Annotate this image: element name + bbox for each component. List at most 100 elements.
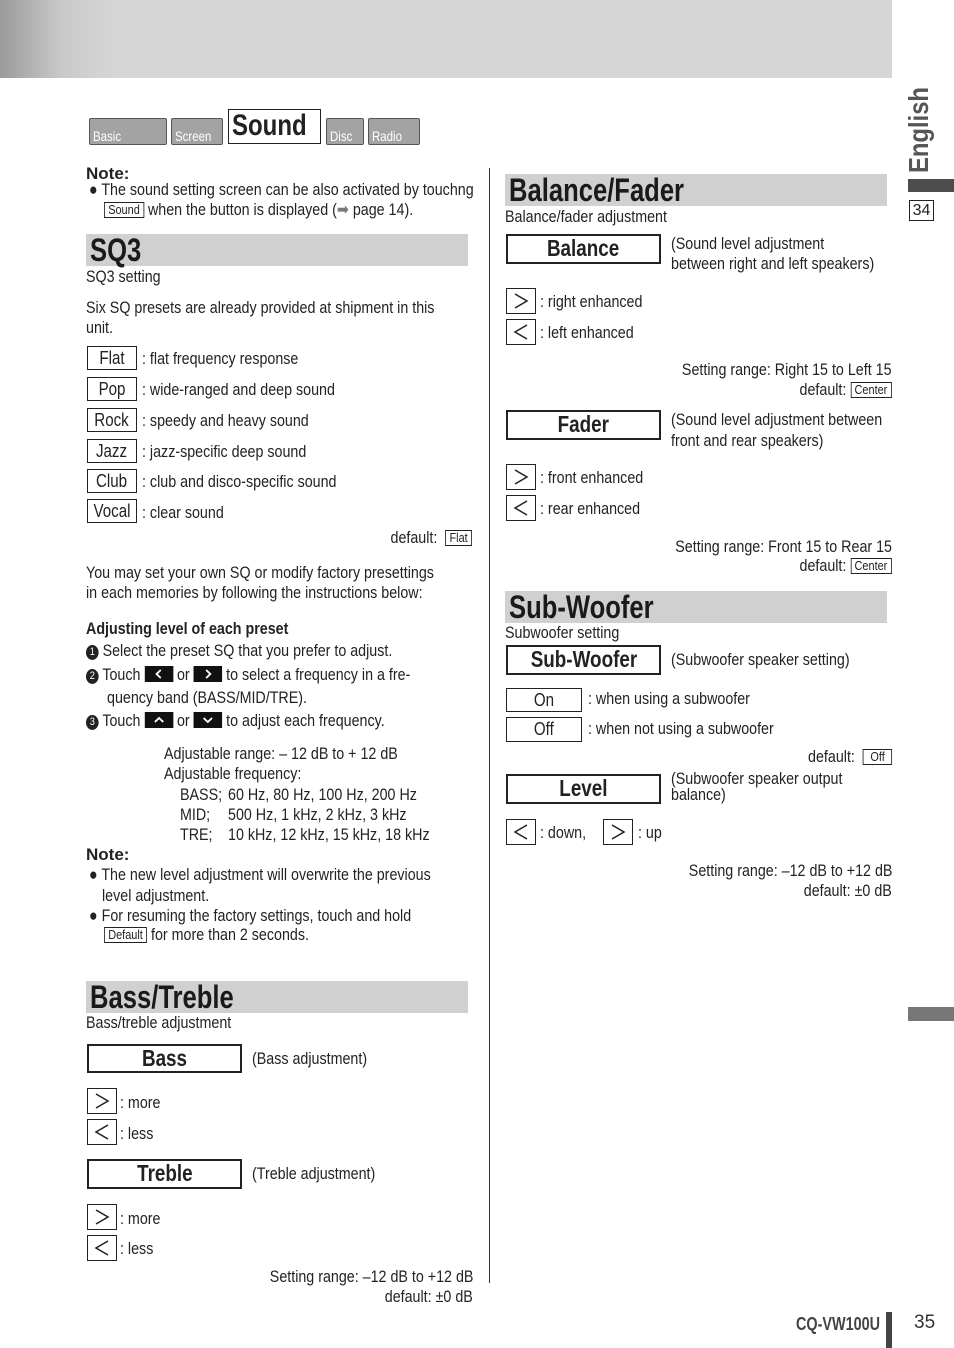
rear-label: : rear enhanced: [540, 499, 641, 518]
section-header-sq3: SQ3: [86, 233, 468, 267]
band-name: MID;: [180, 805, 211, 824]
adjust-title: Adjusting level of each preset: [86, 619, 289, 638]
balance-fader-subtitle: Balance/fader adjustment: [505, 207, 667, 226]
level-up-button[interactable]: [603, 819, 633, 845]
subwoofer-range: Setting range: –12 dB to +12 dB: [688, 861, 892, 880]
preset-desc: : speedy and heavy sound: [142, 411, 309, 430]
step-2-cont: quency band (BASS/MID/TRE).: [107, 688, 307, 707]
band-name: TRE;: [180, 825, 213, 844]
front-label: : front enhanced: [540, 468, 644, 487]
subwoofer-on-button[interactable]: On: [506, 688, 582, 712]
subwoofer-desc: (Subwoofer speaker setting): [671, 650, 850, 669]
front-enhance-button[interactable]: [506, 464, 536, 490]
preset-club-button[interactable]: Club: [87, 469, 137, 493]
preset-rock-button[interactable]: Rock: [87, 408, 137, 432]
left-arrow-button-icon: [144, 666, 173, 682]
language-bar: [908, 179, 954, 192]
footer-bar: [886, 1312, 892, 1348]
left-enhance-button[interactable]: [506, 319, 536, 345]
page-ref: 34: [909, 200, 934, 221]
less-button[interactable]: [87, 1119, 117, 1145]
right-enhance-button[interactable]: [506, 288, 536, 314]
preset-desc: : club and disco-specific sound: [142, 472, 337, 491]
default-button-ref: Default: [104, 927, 148, 943]
sq3-paragraph-2: in each memories by following the instru…: [86, 583, 423, 602]
chevron-left-icon: [94, 1124, 109, 1140]
balance-default: default: Center: [800, 380, 892, 400]
language-label: English: [903, 87, 934, 173]
tab-screen[interactable]: Screen: [171, 118, 223, 145]
down-label: : down,: [540, 823, 587, 842]
tab-disc[interactable]: Disc: [326, 118, 364, 145]
down-arrow-button-icon: [193, 712, 223, 728]
more-button[interactable]: [87, 1204, 117, 1230]
preset-pop-button[interactable]: Pop: [87, 377, 137, 401]
side-tab-marker: [908, 1007, 954, 1021]
chevron-right-icon: [514, 469, 529, 485]
preset-jazz-button[interactable]: Jazz: [87, 439, 137, 463]
bass-treble-subtitle: Bass/treble adjustment: [86, 1013, 232, 1032]
header-band: [0, 0, 892, 78]
sq3-default: default: Flat: [391, 528, 472, 548]
fader-desc: (Sound level adjustment between: [671, 410, 883, 429]
page-number: 35: [914, 1312, 936, 1333]
balance-desc-2: between right and left speakers): [671, 254, 875, 273]
sq3-paragraph: You may set your own SQ or modify factor…: [86, 563, 434, 582]
band-name: BASS;: [180, 785, 223, 804]
tab-sound[interactable]: Sound: [228, 109, 321, 144]
subwoofer-subtitle: Subwoofer setting: [505, 623, 620, 642]
tab-radio[interactable]: Radio: [368, 118, 420, 145]
note-text-2: Sound when the button is displayed (➡ pa…: [104, 200, 413, 220]
note-item-cont: Default for more than 2 seconds.: [104, 925, 309, 945]
chevron-right-icon: [95, 1209, 110, 1225]
preset-desc: : flat frequency response: [142, 349, 299, 368]
subwoofer-default-level: default: ±0 dB: [803, 881, 892, 900]
balance-button[interactable]: Balance: [506, 234, 661, 264]
adjustable-frequency: Adjustable frequency:: [164, 764, 302, 783]
preset-desc: : clear sound: [142, 503, 224, 522]
bass-treble-default: default: ±0 dB: [384, 1287, 473, 1306]
chevron-left-icon: [513, 824, 528, 840]
treble-button[interactable]: Treble: [87, 1159, 242, 1189]
chevron-right-icon: [514, 293, 529, 309]
more-button[interactable]: [87, 1088, 117, 1114]
chevron-right-icon: [611, 824, 626, 840]
note-item-cont: level adjustment.: [102, 886, 210, 905]
subwoofer-off-button[interactable]: Off: [506, 717, 582, 742]
balance-desc: (Sound level adjustment: [671, 234, 825, 253]
tab-basic-setting[interactable]: Basic Setting: [89, 118, 167, 160]
fader-desc-2: front and rear speakers): [671, 431, 824, 450]
note-item: ● For resuming the factory settings, tou…: [89, 906, 412, 925]
less-button[interactable]: [87, 1235, 117, 1261]
chevron-left-icon: [513, 324, 528, 340]
band-values: 500 Hz, 1 kHz, 2 kHz, 3 kHz: [228, 805, 407, 824]
preset-desc: : jazz-specific deep sound: [142, 442, 307, 461]
adjustable-range: Adjustable range: – 12 dB to + 12 dB: [164, 744, 398, 763]
note-title-2: Note:: [86, 845, 130, 864]
bass-treble-range: Setting range: –12 dB to +12 dB: [269, 1267, 473, 1286]
less-label: : less: [120, 1124, 154, 1143]
preset-desc: : wide-ranged and deep sound: [142, 380, 335, 399]
right-arrow-button-icon: [193, 666, 223, 682]
level-down-button[interactable]: [506, 819, 536, 845]
more-label: : more: [120, 1093, 161, 1112]
chevron-left-icon: [513, 500, 528, 516]
subwoofer-default: default: Off: [808, 747, 892, 767]
fader-range: Setting range: Front 15 to Rear 15: [675, 537, 892, 556]
band-values: 10 kHz, 12 kHz, 15 kHz, 18 kHz: [228, 825, 430, 844]
preset-vocal-button[interactable]: Vocal: [87, 499, 137, 523]
level-button[interactable]: Level: [506, 774, 661, 804]
sound-button-ref: Sound: [104, 202, 144, 218]
column-divider: [489, 168, 490, 1283]
bass-button[interactable]: Bass: [87, 1044, 242, 1073]
balance-range: Setting range: Right 15 to Left 15: [682, 360, 892, 379]
subwoofer-button[interactable]: Sub-Woofer: [506, 645, 661, 675]
sq3-subtitle: SQ3 setting: [86, 267, 161, 286]
treble-desc: (Treble adjustment): [252, 1164, 376, 1183]
preset-flat-button[interactable]: Flat: [87, 346, 137, 370]
rear-enhance-button[interactable]: [506, 495, 536, 521]
step-2: 2 Touch or to select a frequency in a fr…: [86, 665, 410, 685]
more-label: : more: [120, 1209, 161, 1228]
note-text: ● The sound setting screen can be also a…: [89, 180, 474, 199]
fader-button[interactable]: Fader: [506, 410, 661, 440]
